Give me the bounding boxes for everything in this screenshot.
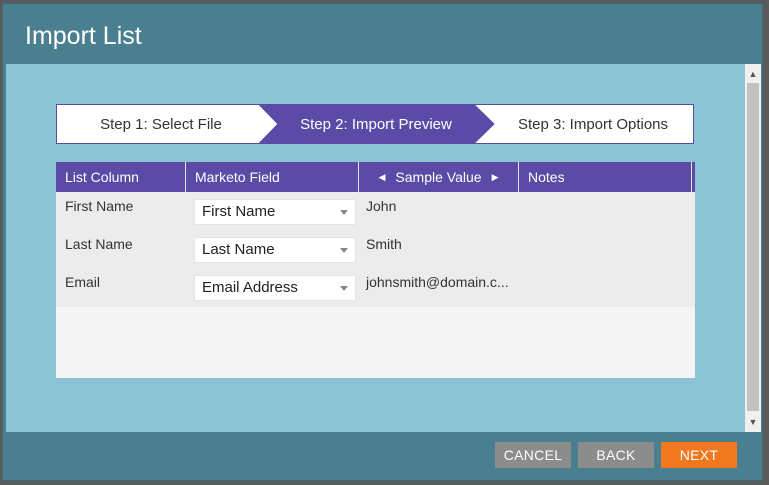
import-list-dialog: Import List Step 1: Select File Step 2: … <box>2 3 763 481</box>
vertical-scrollbar[interactable]: ▲ ▼ <box>745 64 761 432</box>
select-value: Email Address <box>202 279 298 296</box>
next-button[interactable]: NEXT <box>661 442 737 468</box>
header-marketo-field: Marketo Field <box>186 162 359 192</box>
header-list-column: List Column <box>56 162 186 192</box>
step-2-active[interactable]: Step 2: Import Preview <box>278 104 474 144</box>
table-row: Last Name Last Name Smith <box>56 230 695 268</box>
caret-left-icon[interactable]: ◀ <box>379 162 386 192</box>
step-1[interactable]: Step 1: Select File <box>56 104 266 144</box>
table-header: List Column Marketo Field ◀ Sample Value… <box>56 162 695 192</box>
table-empty-area <box>56 307 695 378</box>
header-notes: Notes <box>519 162 692 192</box>
table-body: First Name First Name John Last Name Las… <box>56 192 695 307</box>
dialog-body: Step 1: Select File Step 2: Import Previ… <box>6 64 745 432</box>
triangle-up-icon[interactable]: ▲ <box>745 66 761 82</box>
select-value: Last Name <box>202 241 275 258</box>
chevron-down-icon <box>340 286 348 291</box>
step-3[interactable]: Step 3: Import Options <box>494 104 692 144</box>
table-row: First Name First Name John <box>56 192 695 230</box>
cancel-button[interactable]: CANCEL <box>495 442 571 468</box>
list-column-cell: First Name <box>65 198 134 214</box>
caret-right-icon[interactable]: ▶ <box>492 162 499 192</box>
sample-value-cell: Smith <box>366 236 402 252</box>
dialog-title: Import List <box>25 22 142 50</box>
marketo-field-select[interactable]: Last Name <box>194 237 356 263</box>
step-wizard: Step 1: Select File Step 2: Import Previ… <box>56 104 694 144</box>
back-button[interactable]: BACK <box>578 442 654 468</box>
import-preview-table: List Column Marketo Field ◀ Sample Value… <box>56 162 695 378</box>
list-column-cell: Email <box>65 274 101 290</box>
header-sample-value: ◀ Sample Value ▶ <box>359 162 519 192</box>
header-sample-value-label: Sample Value <box>395 169 482 185</box>
select-value: First Name <box>202 203 276 220</box>
sample-value-cell: johnsmith@domain.c... <box>366 274 509 290</box>
table-row: Email Email Address johnsmith@domain.c..… <box>56 268 695 306</box>
list-column-cell: Last Name <box>65 236 133 252</box>
marketo-field-select[interactable]: Email Address <box>194 275 356 301</box>
scroll-thumb[interactable] <box>747 83 759 411</box>
chevron-down-icon <box>340 210 348 215</box>
sample-value-cell: John <box>366 198 397 214</box>
marketo-field-select[interactable]: First Name <box>194 199 356 225</box>
triangle-down-icon[interactable]: ▼ <box>745 414 761 430</box>
chevron-down-icon <box>340 248 348 253</box>
